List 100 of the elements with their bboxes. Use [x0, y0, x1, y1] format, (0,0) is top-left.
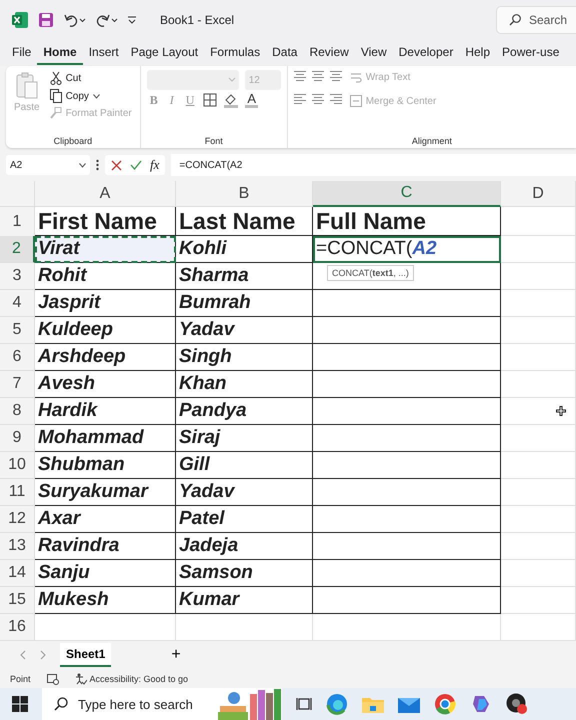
- table-cell[interactable]: [313, 317, 501, 344]
- table-cell[interactable]: [313, 425, 501, 452]
- customize-icon[interactable]: [128, 16, 136, 24]
- table-cell[interactable]: Gill: [176, 452, 313, 479]
- cut-button[interactable]: Cut: [48, 70, 134, 86]
- table-cell[interactable]: Ravindra: [35, 533, 176, 560]
- row-header[interactable]: 5: [0, 317, 35, 344]
- table-cell[interactable]: Full Name: [313, 207, 501, 236]
- align-center-icon[interactable]: [312, 93, 324, 106]
- ribbon-tab[interactable]: Help: [459, 41, 496, 65]
- table-cell[interactable]: Rohit: [35, 263, 176, 290]
- table-cell[interactable]: [313, 344, 501, 371]
- table-cell[interactable]: Shubman: [35, 452, 176, 479]
- search-field[interactable]: Search: [496, 6, 576, 34]
- undo-icon[interactable]: [64, 13, 86, 27]
- table-cell[interactable]: Yadav: [176, 479, 313, 506]
- table-cell[interactable]: Sanju: [35, 560, 176, 587]
- table-cell[interactable]: Kohli: [176, 236, 313, 263]
- task-view-icon[interactable]: [296, 696, 312, 712]
- row-header[interactable]: 4: [0, 290, 35, 317]
- table-cell[interactable]: [313, 263, 501, 290]
- ribbon-tab[interactable]: Page Layout: [124, 41, 204, 65]
- table-cell[interactable]: Patel: [176, 506, 313, 533]
- row-header[interactable]: 13: [0, 533, 35, 560]
- enter-icon[interactable]: [130, 160, 142, 170]
- table-cell[interactable]: [313, 506, 501, 533]
- borders-icon[interactable]: [203, 93, 218, 107]
- ribbon-tab[interactable]: View: [354, 41, 393, 65]
- table-cell[interactable]: Arshdeep: [35, 344, 176, 371]
- previous-sheet-icon[interactable]: [20, 650, 26, 660]
- font-color-button[interactable]: A: [245, 92, 258, 108]
- row-header[interactable]: 16: [0, 614, 35, 641]
- table-cell[interactable]: [313, 560, 501, 587]
- accessibility-icon[interactable]: [74, 673, 87, 685]
- cancel-icon[interactable]: [111, 160, 122, 170]
- align-middle-icon[interactable]: [312, 70, 324, 83]
- mail-icon[interactable]: [398, 695, 420, 713]
- table-cell[interactable]: Bumrah: [176, 290, 313, 317]
- table-cell[interactable]: [313, 533, 501, 560]
- table-cell[interactable]: Yadav: [176, 317, 313, 344]
- sheet-tab[interactable]: Sheet1: [60, 643, 112, 667]
- column-header[interactable]: D: [501, 181, 576, 207]
- table-cell[interactable]: Siraj: [176, 425, 313, 452]
- row-header[interactable]: 8: [0, 398, 35, 425]
- ribbon-tab[interactable]: Insert: [82, 41, 125, 65]
- table-cell[interactable]: Pandya: [176, 398, 313, 425]
- table-cell[interactable]: Axar: [35, 506, 176, 533]
- insert-function-button[interactable]: fx: [150, 157, 160, 173]
- table-cell[interactable]: [313, 587, 501, 614]
- table-cell[interactable]: Mohammad: [35, 425, 176, 452]
- copilot-icon[interactable]: [470, 693, 492, 715]
- row-header[interactable]: 15: [0, 587, 35, 614]
- ribbon-tab[interactable]: Formulas: [204, 41, 266, 65]
- table-cell[interactable]: Mukesh: [35, 587, 176, 614]
- formula-field[interactable]: =CONCAT(A2: [171, 154, 576, 176]
- macro-icon[interactable]: [46, 674, 59, 684]
- browser-icon[interactable]: [326, 693, 348, 715]
- table-cell[interactable]: Avesh: [35, 371, 176, 398]
- table-cell[interactable]: Kuldeep: [35, 317, 176, 344]
- table-cell[interactable]: [313, 479, 501, 506]
- add-sheet-button[interactable]: +: [165, 645, 187, 665]
- align-bottom-icon[interactable]: [330, 70, 342, 83]
- ribbon-tab[interactable]: Developer: [392, 41, 460, 65]
- ribbon-tab[interactable]: Review: [303, 41, 355, 65]
- align-left-icon[interactable]: [294, 93, 306, 106]
- name-box[interactable]: A2: [6, 155, 90, 175]
- table-cell[interactable]: Kumar: [176, 587, 313, 614]
- table-cell[interactable]: Jasprit: [35, 290, 176, 317]
- ribbon-tab[interactable]: Power-use: [496, 41, 566, 65]
- ribbon-tab[interactable]: Data: [266, 41, 304, 65]
- table-cell[interactable]: [313, 398, 501, 425]
- taskbar-search-field[interactable]: Type here to search: [42, 688, 282, 720]
- row-header[interactable]: 10: [0, 452, 35, 479]
- column-header[interactable]: A: [35, 181, 176, 207]
- row-header[interactable]: 11: [0, 479, 35, 506]
- row-header[interactable]: 7: [0, 371, 35, 398]
- row-header[interactable]: 9: [0, 425, 35, 452]
- row-header[interactable]: 3: [0, 263, 35, 290]
- table-cell[interactable]: Hardik: [35, 398, 176, 425]
- fill-color-icon[interactable]: [223, 92, 240, 108]
- table-cell[interactable]: Sharma: [176, 263, 313, 290]
- table-cell[interactable]: Samson: [176, 560, 313, 587]
- table-cell[interactable]: Khan: [176, 371, 313, 398]
- row-header[interactable]: 6: [0, 344, 35, 371]
- next-sheet-icon[interactable]: [40, 650, 46, 660]
- table-cell[interactable]: Jadeja: [176, 533, 313, 560]
- folder-icon[interactable]: [362, 695, 384, 713]
- table-cell[interactable]: [313, 290, 501, 317]
- row-header[interactable]: 12: [0, 506, 35, 533]
- excel-logo-icon[interactable]: [12, 12, 28, 28]
- align-top-icon[interactable]: [294, 70, 306, 83]
- chrome-icon[interactable]: [434, 693, 456, 715]
- record-icon[interactable]: [506, 693, 528, 715]
- table-cell[interactable]: Virat: [35, 236, 176, 263]
- table-cell[interactable]: Suryakumar: [35, 479, 176, 506]
- table-cell[interactable]: Last Name: [176, 207, 313, 236]
- redo-icon[interactable]: [96, 13, 118, 27]
- column-header[interactable]: C: [313, 181, 501, 207]
- save-icon[interactable]: [38, 12, 54, 28]
- row-header[interactable]: 2: [0, 236, 35, 263]
